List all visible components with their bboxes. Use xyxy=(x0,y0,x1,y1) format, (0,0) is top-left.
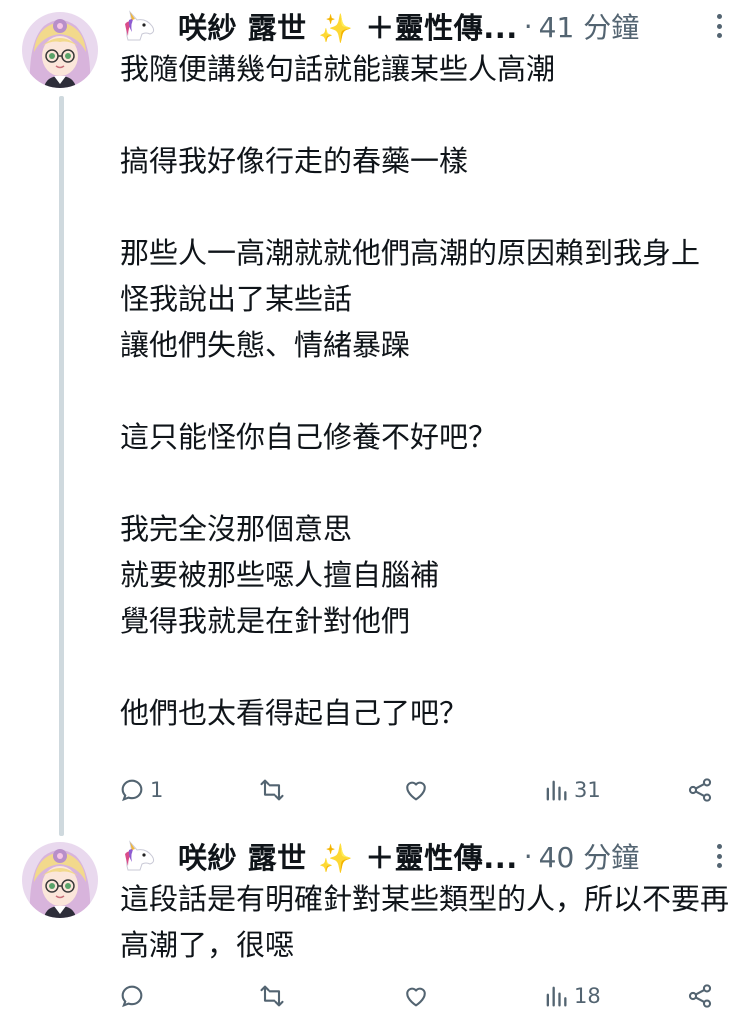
thread-connector-line xyxy=(59,96,64,836)
retweet-button[interactable] xyxy=(258,978,290,1014)
reply-count: 1 xyxy=(150,778,164,802)
display-name[interactable]: 咲紗 露世 ✨ ＋靈性傳... xyxy=(178,835,518,877)
share-button[interactable] xyxy=(686,978,714,1014)
more-options-icon[interactable] xyxy=(710,8,728,44)
reply-button[interactable]: 1 xyxy=(118,772,163,808)
timestamp[interactable]: 41 分鐘 xyxy=(539,6,640,46)
tweet-text: 我隨便講幾句話就能讓某些人高潮 搞得我好像行走的春藥一樣 那些人一高潮就就他們高… xyxy=(120,52,701,730)
display-name-part1: 咲紗 露世 xyxy=(178,841,307,875)
timestamp[interactable]: 40 分鐘 xyxy=(539,836,640,876)
view-count: 31 xyxy=(574,778,601,802)
reply-icon xyxy=(121,779,143,802)
reply-button[interactable] xyxy=(118,978,150,1014)
share-icon xyxy=(688,984,712,1008)
sparkle-icon: ✨ xyxy=(318,842,354,875)
share-button[interactable] xyxy=(686,772,714,808)
display-name-part2: ＋靈性傳... xyxy=(365,841,518,875)
tweet-actions: 18 xyxy=(118,978,728,1014)
heart-icon xyxy=(406,987,426,1007)
anime-girl-avatar-icon xyxy=(22,842,98,918)
display-name-part1: 咲紗 露世 xyxy=(178,11,307,45)
like-button[interactable] xyxy=(402,978,434,1014)
heart-icon xyxy=(406,781,426,801)
tweet-header: 咲紗 露世 ✨ ＋靈性傳... · 41 分鐘 xyxy=(120,6,728,46)
unicorn-icon xyxy=(125,840,155,871)
share-icon xyxy=(688,778,712,802)
tweet-header: 咲紗 露世 ✨ ＋靈性傳... · 40 分鐘 xyxy=(120,836,728,876)
separator-dot: · xyxy=(523,9,533,43)
avatar[interactable] xyxy=(22,12,98,88)
views-chart-icon xyxy=(546,780,567,801)
sparkle-icon: ✨ xyxy=(318,12,354,45)
retweet-icon xyxy=(260,985,284,1007)
tweet-text: 這段話是有明確針對某些類型的人，所以不要再高潮了，很噁 xyxy=(120,882,730,962)
retweet-button[interactable] xyxy=(258,772,290,808)
avatar[interactable] xyxy=(22,842,98,918)
unicorn-icon xyxy=(125,10,155,41)
like-button[interactable] xyxy=(402,772,434,808)
views-button[interactable]: 18 xyxy=(542,978,601,1014)
separator-dot: · xyxy=(523,839,533,873)
views-button[interactable]: 31 xyxy=(542,772,601,808)
more-options-icon[interactable] xyxy=(710,838,728,874)
display-name[interactable]: 咲紗 露世 ✨ ＋靈性傳... xyxy=(178,5,518,47)
reply-icon xyxy=(121,985,143,1008)
views-chart-icon xyxy=(546,986,567,1007)
tweet-actions: 1 31 xyxy=(118,772,728,808)
view-count: 18 xyxy=(574,984,601,1008)
retweet-icon xyxy=(260,779,284,801)
display-name-part2: ＋靈性傳... xyxy=(365,11,518,45)
anime-girl-avatar-icon xyxy=(22,12,98,88)
